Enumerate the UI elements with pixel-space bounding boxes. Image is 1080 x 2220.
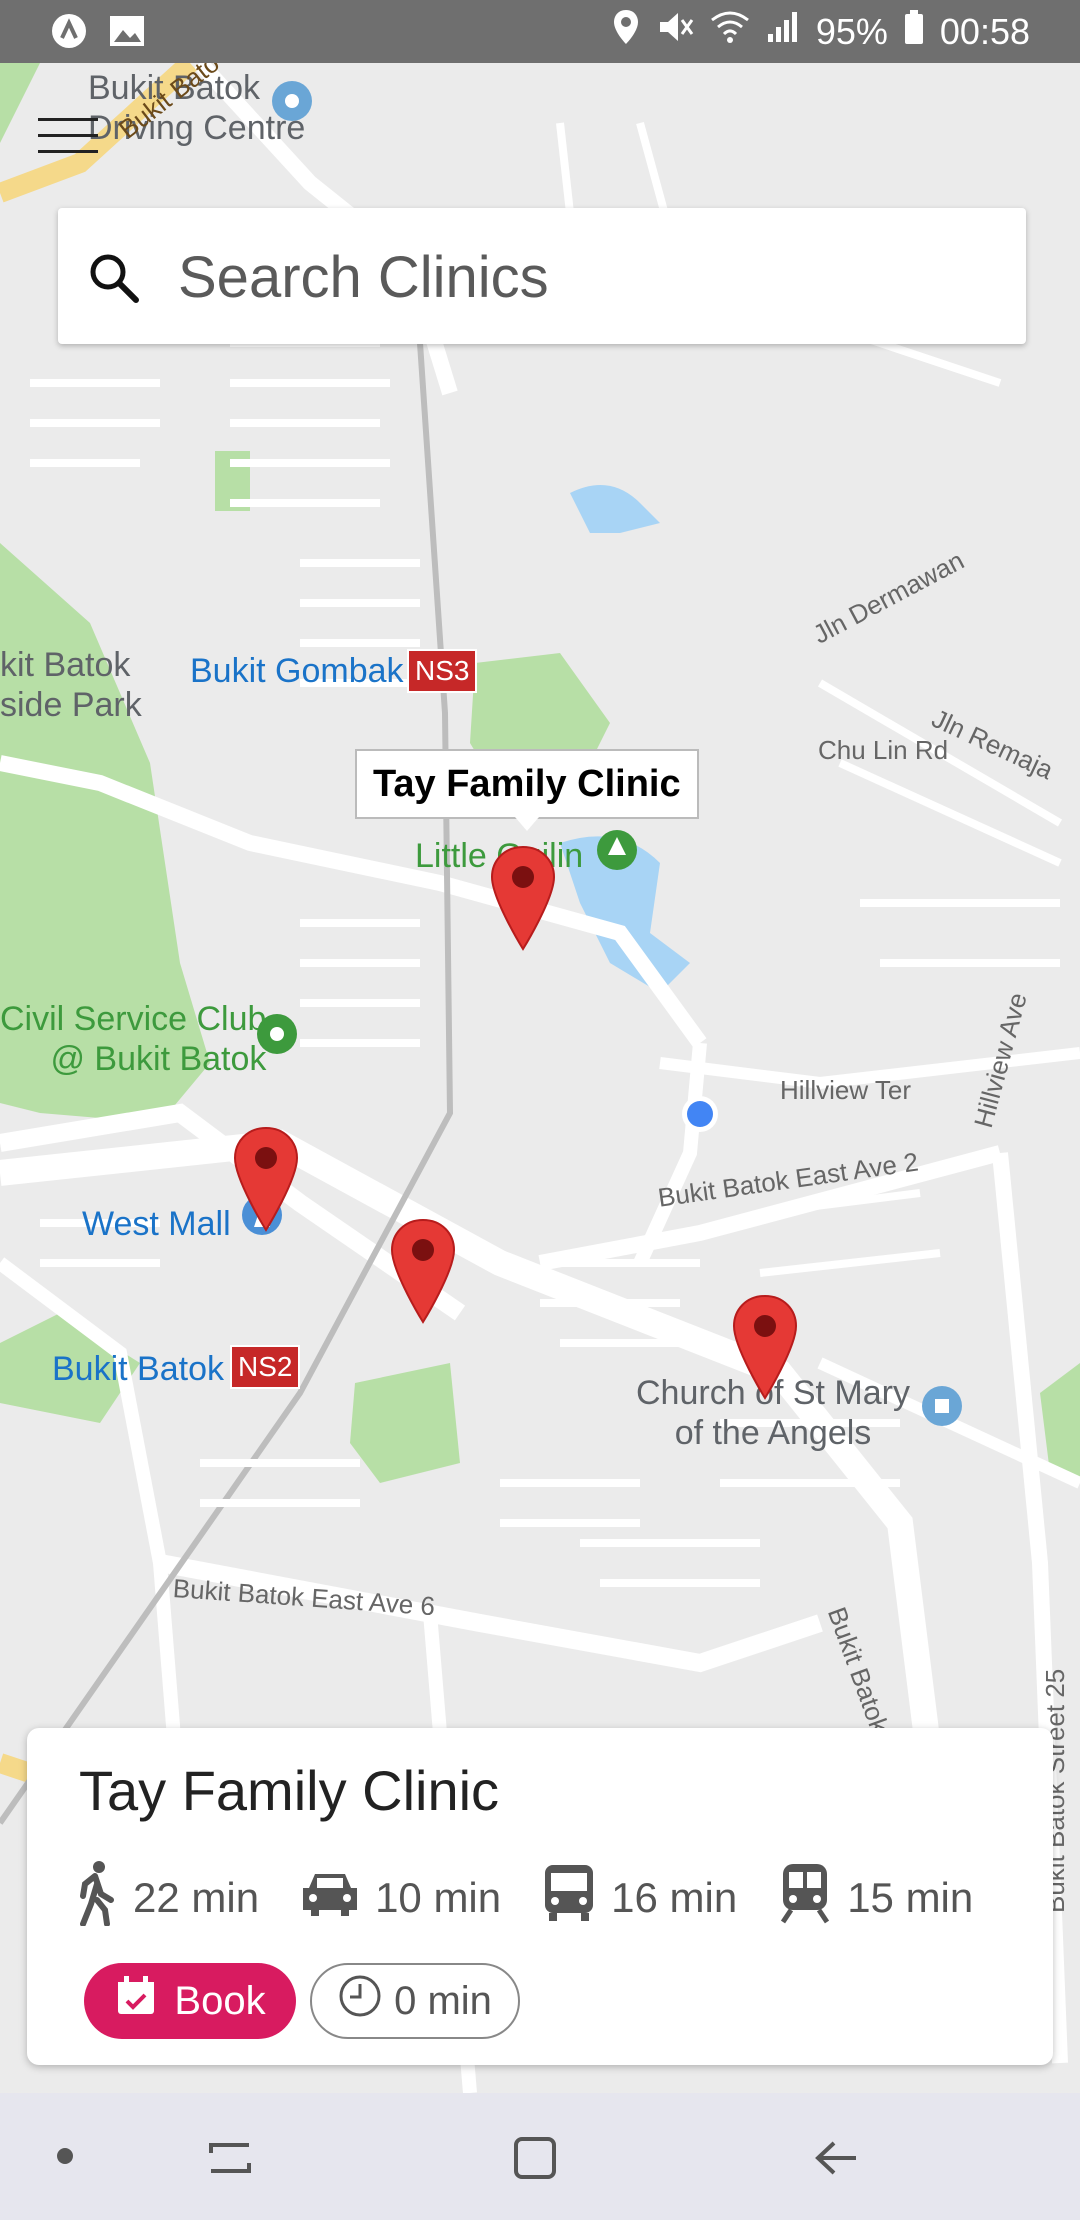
calendar-check-icon [114, 1974, 158, 2028]
wait-time-button[interactable]: 0 min [310, 1963, 520, 2039]
bus-time-value: 16 min [611, 1874, 738, 1921]
train-time[interactable]: 15 min [777, 1862, 973, 1934]
wifi-icon [710, 10, 750, 53]
mute-icon [656, 8, 694, 55]
battery-icon [904, 10, 924, 53]
bus-icon [541, 1863, 597, 1933]
label-west-mall: West Mall [82, 1205, 231, 1243]
home-icon[interactable] [510, 2133, 560, 2188]
menu-icon-line [38, 134, 98, 137]
clinic-marker-selected[interactable] [488, 843, 558, 953]
walk-time[interactable]: 22 min [75, 1860, 259, 1936]
clinic-info-card[interactable]: Tay Family Clinic 22 min 10 min 16 min 1… [27, 1728, 1053, 2065]
search-input[interactable] [176, 236, 1000, 318]
status-bar: 95% 00:58 [0, 0, 1080, 63]
travel-times: 22 min 10 min 16 min 15 min [75, 1860, 973, 1936]
book-button[interactable]: Book [84, 1963, 296, 2039]
label-bukit-gombak: Bukit Gombak [190, 652, 404, 690]
station-ns3: NS3 [407, 649, 478, 693]
clinic-marker-church[interactable] [730, 1292, 800, 1402]
search-bar[interactable] [58, 208, 1026, 344]
label-chu-lin-rd: Chu Lin Rd [818, 735, 949, 765]
label-bukit-batok: Bukit Batok [52, 1350, 224, 1388]
signal-icon [766, 10, 800, 53]
menu-icon-line [38, 150, 98, 153]
walk-icon [75, 1860, 119, 1936]
search-icon [86, 250, 142, 311]
notification-icon [50, 12, 88, 55]
clock: 00:58 [939, 10, 1030, 52]
clinic-title: Tay Family Clinic [79, 1759, 500, 1822]
recents-icon[interactable] [205, 2133, 255, 2188]
wait-time-label: 0 min [394, 1978, 492, 2023]
train-icon [777, 1862, 833, 1934]
clinic-marker-central[interactable] [388, 1216, 458, 1326]
system-nav-bar [0, 2093, 1080, 2220]
menu-button[interactable] [38, 118, 98, 158]
drive-time-value: 10 min [375, 1874, 502, 1921]
drive-time[interactable]: 10 min [299, 1868, 501, 1928]
label-hillview-ter: Hillview Ter [780, 1075, 911, 1105]
book-label: Book [174, 1978, 266, 2023]
clock-icon [338, 1974, 382, 2028]
clinic-marker-west-mall[interactable] [231, 1124, 301, 1234]
walk-time-value: 22 min [133, 1874, 260, 1921]
menu-icon-line [38, 118, 98, 121]
label-hillside-park: kit Batok side Park [0, 646, 142, 724]
battery-percent: 95% [815, 10, 888, 52]
gallery-icon [108, 14, 146, 53]
location-icon [612, 8, 640, 55]
back-icon[interactable] [812, 2133, 862, 2188]
station-ns2: NS2 [230, 1345, 301, 1389]
car-icon [299, 1868, 361, 1928]
train-time-value: 15 min [847, 1874, 974, 1921]
label-civil-service-club: Civil Service Club @ Bukit Batok [0, 1000, 267, 1078]
nav-dot-icon[interactable] [55, 2146, 75, 2171]
clinic-tooltip[interactable]: Tay Family Clinic [355, 749, 699, 831]
bus-time[interactable]: 16 min [541, 1863, 737, 1933]
